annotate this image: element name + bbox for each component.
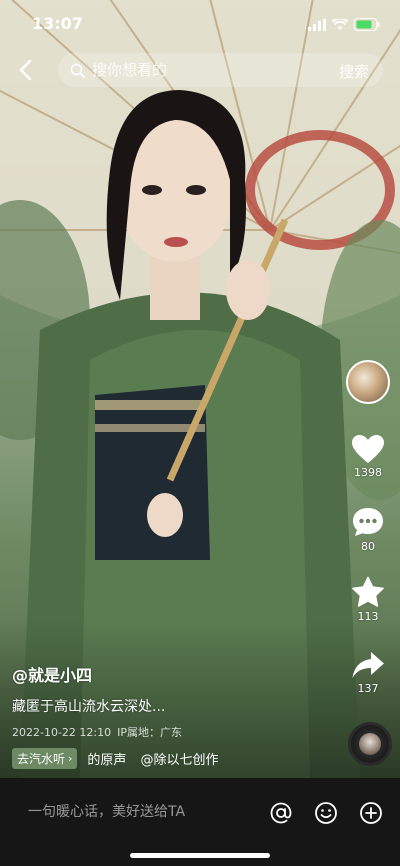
post-location: IP属地：广东 [117, 726, 183, 739]
music-creator[interactable]: @除以七创作 [140, 749, 218, 768]
status-bar: 13:07 [0, 0, 400, 48]
share-button[interactable]: 137 [344, 650, 392, 695]
favorite-button[interactable]: 113 [344, 576, 392, 623]
music-tag[interactable]: 去汽水听 › [12, 748, 78, 769]
search-icon [70, 62, 86, 78]
emoji-icon [315, 802, 337, 824]
music-tag-label: 去汽水听 [17, 752, 66, 766]
emoji-button[interactable] [313, 800, 339, 826]
music-disc[interactable] [348, 722, 392, 766]
author-avatar[interactable] [346, 360, 390, 404]
at-icon [270, 802, 292, 824]
share-icon [352, 652, 384, 678]
comment-count: 80 [361, 540, 375, 553]
share-count: 137 [357, 682, 379, 695]
like-button[interactable]: 1398 [344, 434, 392, 479]
mention-button[interactable] [268, 800, 294, 826]
comment-input[interactable] [28, 804, 248, 820]
post-date: 2022-10-22 12:10 [12, 726, 112, 739]
back-icon [19, 59, 32, 81]
like-count: 1398 [354, 466, 382, 479]
chevron-right-icon: › [68, 752, 73, 765]
top-bar: 搜索 [0, 50, 400, 90]
status-time: 13:07 [32, 14, 83, 33]
music-row[interactable]: 去汽水听 › 的原声 @除以七创作 [12, 748, 332, 769]
music-title: 的原声 [87, 753, 127, 768]
post-caption: @就是小四 藏匿于高山流水云深处... 2022-10-22 12:10 IP属地… [12, 662, 332, 769]
post-description[interactable]: 藏匿于高山流水云深处... [12, 696, 332, 716]
battery-icon [354, 16, 380, 35]
status-icons [308, 16, 380, 35]
star-icon [352, 576, 384, 607]
action-rail: 1398 80 113 137 [344, 360, 392, 695]
plus-icon [360, 802, 382, 824]
search-bar[interactable]: 搜索 [58, 53, 383, 87]
home-indicator[interactable] [130, 853, 270, 858]
author-name[interactable]: @就是小四 [12, 662, 332, 686]
add-button[interactable] [358, 800, 384, 826]
comment-icon [353, 508, 383, 536]
signal-icon [308, 16, 326, 35]
comment-button[interactable]: 80 [344, 506, 392, 553]
back-button[interactable] [12, 56, 38, 84]
music-disc-cover [359, 733, 381, 755]
heart-icon [352, 435, 384, 463]
search-button[interactable]: 搜索 [339, 61, 369, 82]
wifi-icon [331, 16, 349, 35]
post-meta: 2022-10-22 12:10 IP属地：广东 [12, 724, 332, 740]
favorite-count: 113 [357, 610, 379, 623]
